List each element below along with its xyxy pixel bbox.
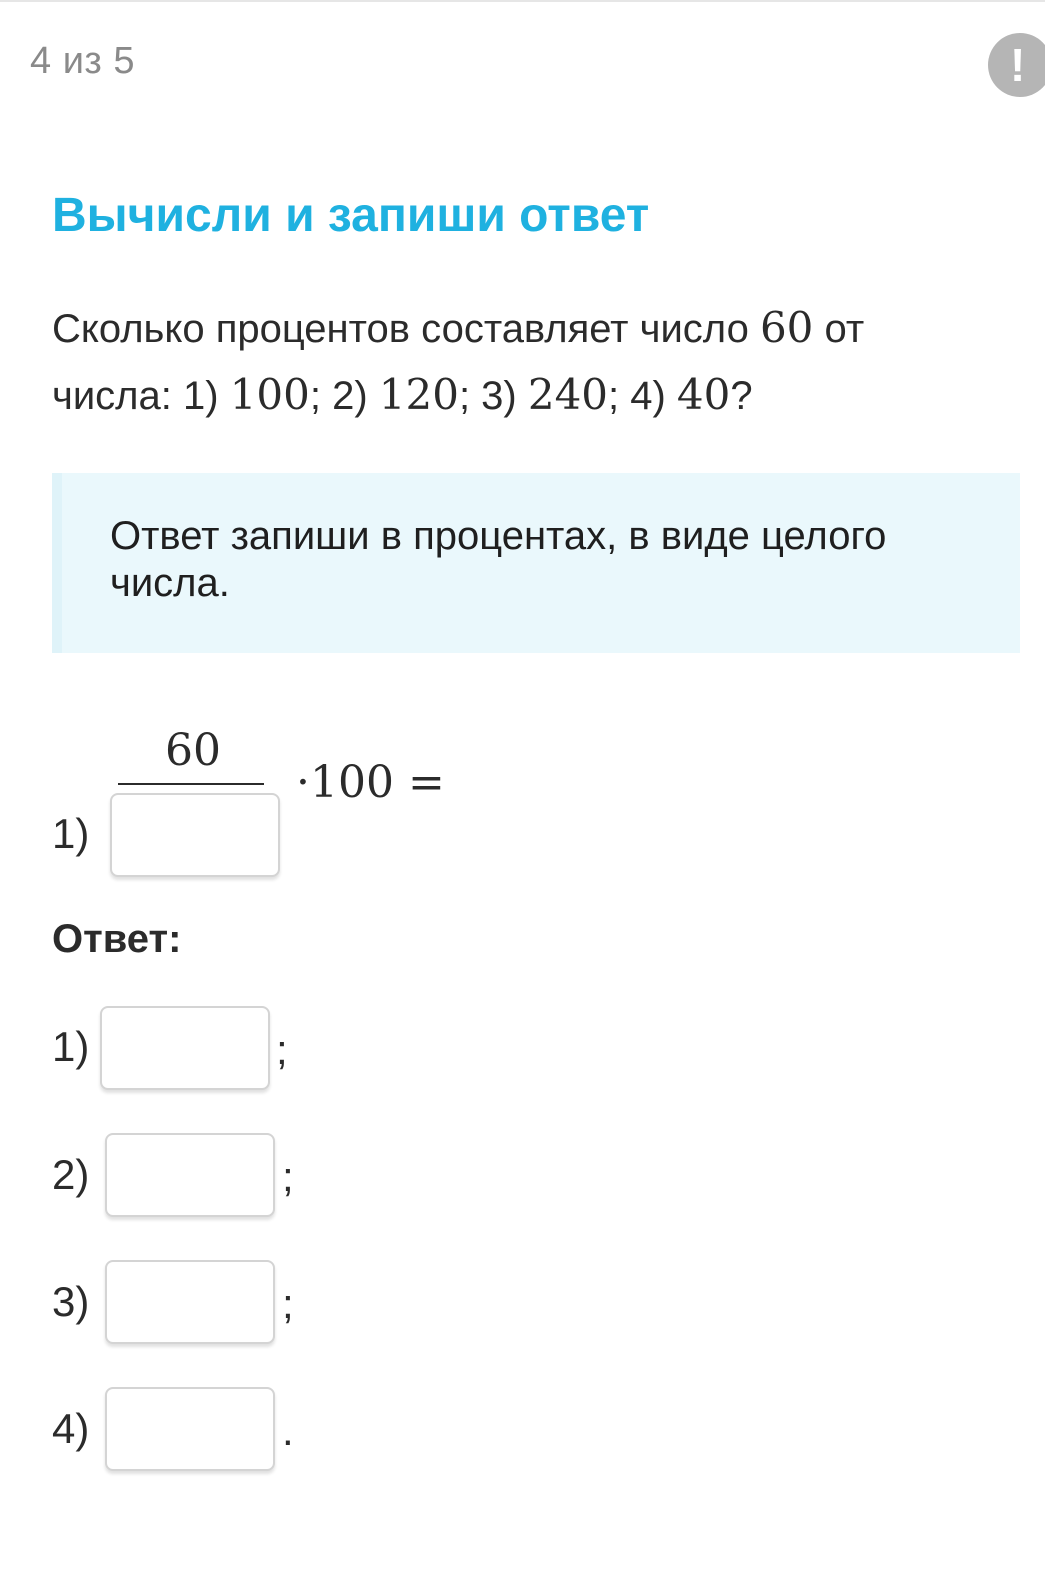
answer-input-1[interactable] xyxy=(100,1006,270,1090)
answer-label-4: 4) xyxy=(52,1405,90,1452)
hint-text: Ответ запиши в процентах, в виде целого … xyxy=(110,514,887,605)
fraction-bar xyxy=(118,783,264,785)
question-part: ; 2) xyxy=(309,374,379,418)
hint-box: Ответ запиши в процентах, в виде целого … xyxy=(52,473,1020,653)
exclamation-circle-icon: ! xyxy=(1010,39,1026,91)
fraction-numerator: 60 xyxy=(165,725,221,776)
task-title: Вычисли и запиши ответ xyxy=(52,189,650,242)
fraction-denominator-input[interactable] xyxy=(110,793,280,877)
question-part: ; 3) xyxy=(458,374,528,418)
answer-separator-3: ; xyxy=(282,1280,294,1327)
question-number: 100 xyxy=(229,370,310,419)
answer-input-2[interactable] xyxy=(105,1133,275,1217)
answer-label-1: 1) xyxy=(52,1023,90,1070)
question-text: Сколько процентов составляет число 60 от… xyxy=(52,295,952,429)
top-divider xyxy=(0,0,1045,2)
question-part: Сколько процентов составляет число xyxy=(52,307,760,351)
question-number: 60 xyxy=(759,303,814,352)
question-number: 40 xyxy=(676,370,731,419)
answer-separator-1: ; xyxy=(276,1026,288,1073)
answer-input-4[interactable] xyxy=(105,1387,275,1471)
fraction-multiplier: ·100 = xyxy=(296,757,445,808)
question-part: ? xyxy=(730,374,753,418)
question-part: числа: 1) xyxy=(52,374,230,418)
report-button[interactable]: ! xyxy=(988,33,1045,97)
answer-label-2: 2) xyxy=(52,1151,90,1198)
answer-heading: Ответ: xyxy=(52,917,182,961)
question-part: ; 4) xyxy=(608,374,677,418)
question-number: 240 xyxy=(527,370,609,419)
answer-label-3: 3) xyxy=(52,1278,90,1325)
question-number: 120 xyxy=(378,370,459,419)
answer-input-3[interactable] xyxy=(105,1260,275,1344)
question-part: от xyxy=(813,307,865,351)
answer-separator-4: . xyxy=(282,1407,294,1454)
solution-label: 1) xyxy=(52,810,90,857)
progress-counter: 4 из 5 xyxy=(30,40,136,82)
answer-separator-2: ; xyxy=(282,1153,294,1200)
